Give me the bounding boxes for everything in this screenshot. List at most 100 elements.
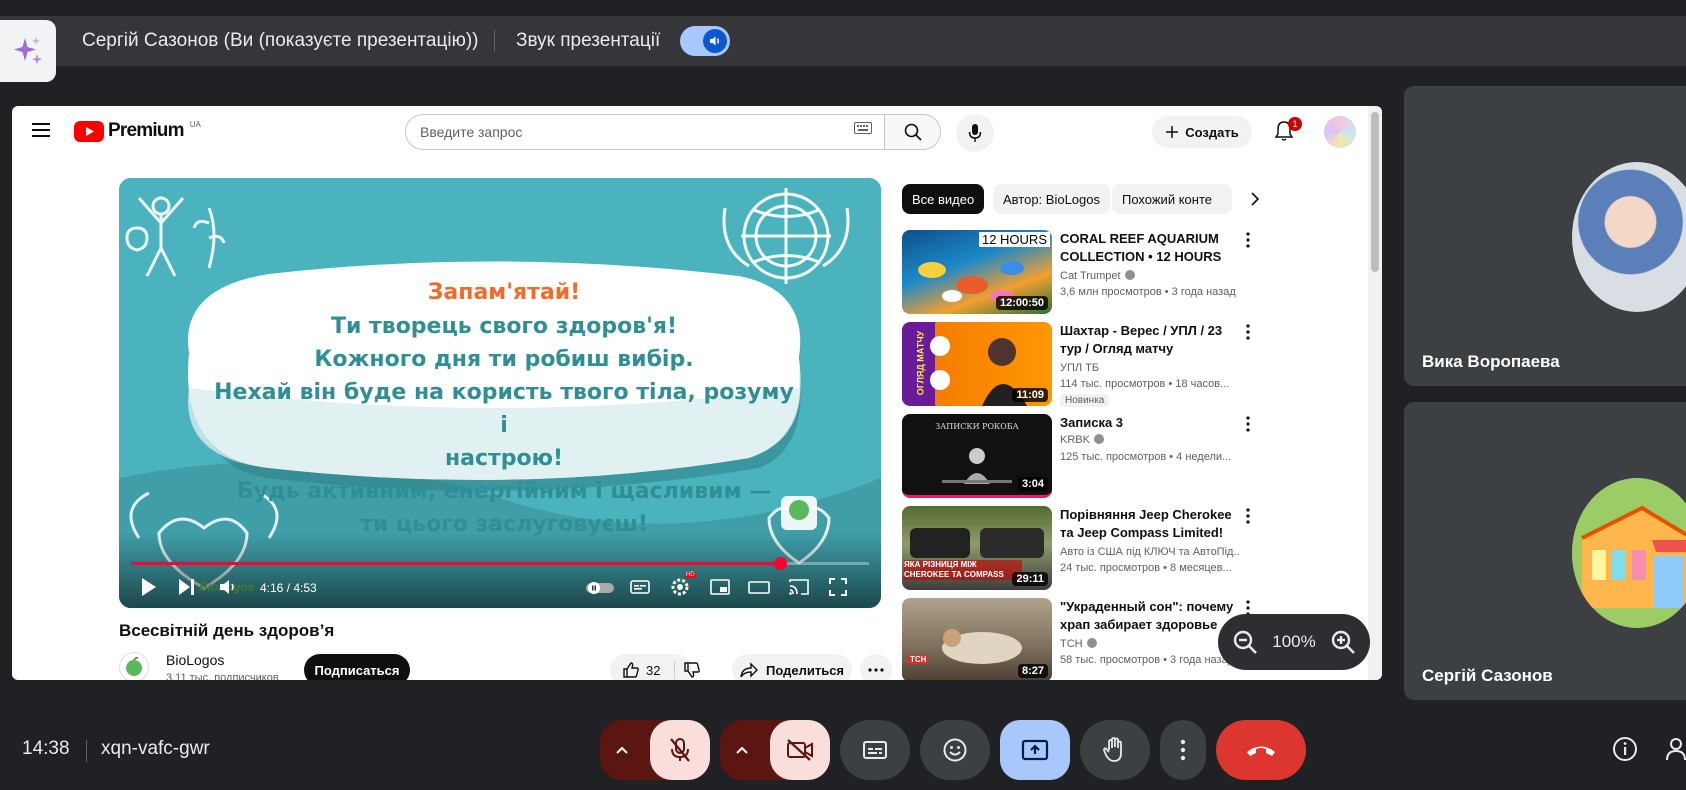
video-thumbnail[interactable]: ЯКА РІЗНИЦЯ МІЖ CHEROKEE ТА COMPASS 29:1… [902,506,1052,590]
video-player[interactable]: Запам'ятай! Ти творець свого здоров'я! К… [119,178,881,608]
channel-name[interactable]: Авто із США під КЛЮЧ та АвтоПід... [1060,546,1240,558]
theater-mode-icon[interactable] [747,576,771,598]
leave-call-button[interactable] [1216,720,1306,780]
more-vertical-icon[interactable] [1246,416,1250,432]
hamburger-menu-icon[interactable] [32,122,52,138]
list-item[interactable]: ТСН 8:27 "Украденный сон": почему храп з… [902,598,1262,680]
present-screen-button[interactable] [1000,720,1070,780]
present-screen-icon [1021,739,1049,761]
slide-line: Будь активним, енергійним і щасливим — [236,479,772,504]
youtube-logo[interactable]: Premium UA [74,120,201,142]
keyboard-icon[interactable] [854,122,872,134]
channel-name[interactable]: УПЛ ТБ [1060,362,1099,374]
zoom-in-icon[interactable] [1330,629,1356,655]
new-badge: Новинка [1060,394,1110,407]
page-scrollbar[interactable] [1368,106,1382,680]
presentation-sound-toggle[interactable] [680,26,730,56]
video-thumbnail[interactable]: ТСН 8:27 [902,598,1052,680]
plus-icon [1166,126,1179,138]
gemini-button[interactable] [0,20,56,82]
share-label: Поделиться [765,662,845,678]
cast-icon[interactable] [787,576,811,598]
subscribe-button[interactable]: Подписаться [304,654,410,680]
raise-hand-button[interactable] [1080,720,1150,780]
video-title[interactable]: Порівняння Jeep Cherokee та Jeep Compass… [1060,506,1240,542]
create-button[interactable]: Создать [1152,116,1252,148]
play-icon[interactable] [139,576,159,598]
video-title[interactable]: Шахтар - Верес / УПЛ / 23 тур / Огляд ма… [1060,322,1240,358]
fullscreen-icon[interactable] [827,576,849,598]
divider [494,30,495,52]
scrollbar-thumb[interactable] [1371,112,1379,272]
mic-toggle-button[interactable] [650,720,710,780]
video-title[interactable]: Записка 3 [1060,414,1240,432]
channel-name[interactable]: ТСН [1060,638,1097,650]
list-item[interactable]: ЯКА РІЗНИЦЯ МІЖ CHEROKEE ТА COMPASS 29:1… [902,506,1262,590]
camera-control-group [720,720,830,780]
video-thumbnail[interactable]: 12 HOURS 12:00:50 [902,230,1052,314]
search-icon [904,123,922,141]
participant-name: Вика Воропаева [1422,352,1560,371]
video-title[interactable]: CORAL REEF AQUARIUM COLLECTION • 12 HOUR… [1060,230,1240,266]
next-video-icon[interactable] [177,576,197,598]
meeting-info-icon[interactable] [1612,736,1638,762]
chevron-right-icon[interactable] [1240,184,1270,214]
shared-screen: Premium UA Введите запрос Создать 1 Запа… [12,106,1382,680]
video-title[interactable]: "Украденный сон": почему храп забирает з… [1060,598,1240,634]
like-button[interactable]: 32 [610,661,660,679]
more-vertical-icon[interactable] [1246,508,1250,524]
channel-name[interactable]: KRBK [1060,434,1104,446]
subtitles-icon[interactable] [629,576,651,598]
channel-avatar[interactable] [119,652,149,680]
list-item[interactable]: 12 HOURS 12:00:50 CORAL REEF AQUARIUM CO… [902,230,1262,314]
dislike-button[interactable] [674,661,701,679]
search-button[interactable] [885,114,941,150]
video-progress-bar[interactable] [131,557,869,570]
more-vertical-icon[interactable] [1246,324,1250,340]
account-avatar[interactable] [1324,116,1356,148]
channel-name[interactable]: Cat Trumpet [1060,270,1135,282]
chip-all-videos[interactable]: Все видео [902,184,985,214]
video-meta: 125 тыс. просмотров • 4 недели... [1060,451,1232,463]
people-icon[interactable] [1666,736,1686,762]
camera-toggle-button[interactable] [770,720,830,780]
apple-logo-icon [126,657,142,676]
participant-tile[interactable]: Вика Воропаева [1404,86,1686,386]
sparkle-icon [14,37,42,65]
captions-icon [863,741,887,759]
participant-tile[interactable]: Сергій Сазонов [1404,402,1686,700]
video-thumbnail[interactable]: ЗАПИСКИ РОКОБА 3:04 [902,414,1052,498]
zoom-out-icon[interactable] [1232,629,1258,655]
microphone-control-group [600,720,710,780]
share-button[interactable]: Поделиться [732,654,852,680]
logo-text: Premium [108,120,185,141]
autoplay-toggle-icon[interactable] [585,581,615,595]
chip-author[interactable]: Автор: BioLogos [993,184,1110,214]
miniplayer-icon[interactable] [709,576,731,598]
voice-search-button[interactable] [956,114,994,152]
slide-line: Кожного дня ти робиш вибір. [314,347,694,372]
video-thumbnail[interactable]: ОГЛЯД МАТЧУ 11:09 [902,322,1052,406]
volume-icon[interactable] [217,576,239,598]
more-vertical-icon[interactable] [1246,232,1250,248]
chevron-up-icon[interactable] [614,738,630,762]
slide-title: Запам'ятай! [427,280,581,305]
list-item[interactable]: ЗАПИСКИ РОКОБА 3:04 Записка 3 KRBK 125 т… [902,414,1262,498]
settings-gear-icon[interactable]: HD [669,572,696,598]
more-actions-button[interactable] [860,654,892,680]
more-options-button[interactable] [1160,720,1206,780]
search-input[interactable]: Введите запрос [405,114,885,150]
more-vertical-icon [1180,739,1186,761]
reactions-button[interactable] [920,720,990,780]
channel-name[interactable]: BioLogos [166,652,224,668]
share-icon [740,662,758,678]
zoom-control: 100% [1218,614,1370,670]
create-label: Создать [1185,124,1239,140]
captions-button[interactable] [840,720,910,780]
chip-related[interactable]: Похожий конте [1112,184,1232,214]
list-item[interactable]: ОГЛЯД МАТЧУ 11:09 Шахтар - Верес / УПЛ /… [902,322,1262,407]
thumbs-up-icon [623,662,639,678]
video-duration: 3:04 [1017,477,1048,491]
chevron-up-icon[interactable] [734,738,750,762]
shop-illustration [1572,478,1686,628]
